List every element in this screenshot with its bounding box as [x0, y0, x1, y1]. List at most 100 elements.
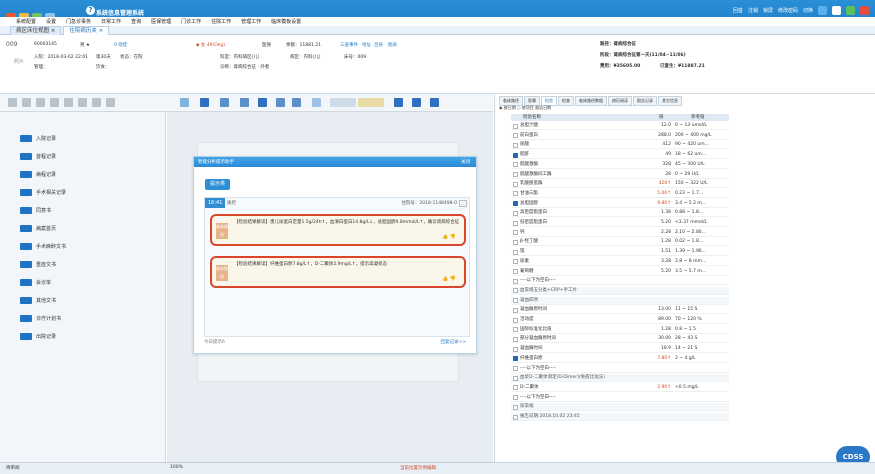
row-checkbox[interactable] [513, 395, 518, 401]
row-checkbox[interactable] [513, 152, 518, 158]
superscript-icon[interactable] [220, 98, 229, 107]
menu-item[interactable]: 门诊工作 [177, 17, 205, 26]
table-row[interactable]: 镁 1.51 1.39 ~ 1.96… [511, 248, 729, 257]
grid-icon[interactable] [412, 98, 421, 107]
nav-first-course[interactable]: 首程记录 [20, 150, 56, 162]
row-checkbox[interactable] [513, 191, 518, 197]
nav-surgery-record[interactable]: 手术相关记录 [20, 186, 66, 198]
help-icon[interactable]: ? [86, 6, 95, 15]
nav-course-record[interactable]: 病程记录 [20, 168, 56, 180]
table-row[interactable]: D-二聚体 2.90↑ <0.5 mg/L [511, 384, 729, 392]
nav-admission-record[interactable]: 入院记录 [20, 132, 56, 144]
row-checkbox[interactable] [513, 259, 518, 265]
popup-close-button[interactable]: 关闭 [461, 159, 470, 165]
menu-item[interactable]: 临床模板设置 [267, 17, 305, 26]
table-row[interactable]: 葡萄糖 5.20 3.5 ~ 5.7 m… [511, 268, 729, 276]
open-icon[interactable] [22, 98, 31, 107]
nav-consent[interactable]: 同意书 [20, 204, 51, 216]
table-row[interactable]: 钙 2.28 2.10 ~ 2.80… [511, 229, 729, 237]
row-checkbox[interactable] [513, 327, 518, 333]
assist-button[interactable] [358, 98, 384, 107]
clinical-path[interactable]: 路径：肾病综合征 [600, 41, 636, 47]
print-icon[interactable] [50, 98, 59, 107]
nav-other[interactable]: 其他文书 [20, 294, 56, 306]
lab-interpretation-card[interactable]: 临床路径 【检验结果解读】纤维蛋白原7.8g/L↑，D-二聚体2.9mg/L↑，… [210, 256, 466, 288]
calendar-icon[interactable] [832, 6, 841, 15]
nav-consultation[interactable]: 会诊单 [20, 276, 51, 288]
table-row[interactable]: 尿酸 412 90 ~ 420 um… [511, 141, 729, 150]
thumbs-icon[interactable]: 👍 👎 [442, 276, 456, 282]
cut-icon[interactable] [78, 98, 87, 107]
row-checkbox[interactable] [513, 307, 518, 313]
table-row[interactable]: ----以下为空白---- [511, 365, 729, 373]
menu-item[interactable]: 查询 [127, 17, 145, 26]
table-row[interactable]: 高密度脂蛋白 1.38 0.88 ~ 1.8… [511, 209, 729, 218]
row-checkbox[interactable] [513, 336, 518, 342]
table-row[interactable]: 肌酐 49 18 ~ 62 um… [511, 151, 729, 160]
table-row[interactable]: ----以下为空白---- [511, 394, 729, 402]
editor-area[interactable]: 智能分析提示助手 关闭 提示类 16:41 质控 住院号：2018-114849… [167, 112, 493, 462]
tab-record-read[interactable]: 病历阅读 [608, 96, 632, 106]
link-chart[interactable]: 图表 [388, 42, 397, 48]
row-checkbox[interactable] [513, 356, 518, 362]
reply-history-link[interactable]: 回复记录>> [440, 339, 466, 345]
user-icon[interactable] [818, 6, 827, 15]
save-icon[interactable] [36, 98, 45, 107]
link-change-password[interactable]: 修改密码 [778, 7, 798, 14]
table-row[interactable]: ----以下为空白---- [511, 277, 729, 286]
table-row[interactable]: β-羟丁酸 1.28 0.02 ~ 1.8… [511, 238, 729, 247]
tab-inpatient-record[interactable]: 住院病历夹 × [63, 26, 110, 35]
row-checkbox[interactable] [513, 385, 518, 391]
table-row[interactable]: 乳酸脱氢酶 420↑ 150 ~ 322 U/L [511, 180, 729, 189]
new-icon[interactable] [8, 98, 17, 107]
bold-icon[interactable] [200, 98, 209, 107]
table-row[interactable]: 总胆固醇 9.80↑ 3.4 ~ 5.2 m… [511, 200, 729, 208]
row-checkbox[interactable] [513, 375, 518, 381]
table-row[interactable]: 活动度 89.00 70 ~ 120 % [511, 316, 729, 324]
row-checkbox[interactable] [513, 133, 518, 139]
row-checkbox[interactable] [513, 298, 518, 304]
table-row[interactable]: 总胆汁酸 12.0 0 ~ 13 umol/L [511, 122, 729, 130]
table-row[interactable]: 凝血酶时间 18.9 14 ~ 21 S [511, 345, 729, 354]
menu-item[interactable]: 设置 [42, 17, 60, 26]
row-checkbox[interactable] [513, 317, 518, 323]
table-icon[interactable] [312, 98, 321, 107]
row-checkbox[interactable] [513, 142, 518, 148]
tab-report[interactable]: 报告记录 [633, 96, 657, 106]
table-row[interactable]: 尿素 3.28 2.8 ~ 8 mm… [511, 258, 729, 266]
table-row[interactable]: 甘油三酯 5.00↑ 0.23 ~ 1.7… [511, 190, 729, 198]
tab-ward-bed-view[interactable]: 病区床位视图 × [10, 26, 62, 35]
more-button[interactable]: ... [459, 200, 467, 207]
row-checkbox[interactable] [513, 210, 518, 216]
link-switch[interactable]: 切换 [803, 7, 813, 14]
prompt-type-button[interactable]: 提示类 [205, 179, 231, 190]
link-home[interactable]: 回首 [733, 7, 743, 14]
filter-options[interactable]: ◉ 按日期 ○ 按项目 报告日期 [499, 105, 551, 111]
select-icon[interactable] [180, 98, 189, 107]
menu-item[interactable]: 管理工作 [237, 17, 265, 26]
table-row[interactable]: 凝血酶原时间 13.00 11 ~ 15 S [511, 306, 729, 315]
row-checkbox[interactable] [513, 172, 518, 177]
tab-path-data[interactable]: 临床路径数据 [575, 96, 607, 106]
tab-exam[interactable]: 检查 [558, 96, 574, 106]
table-row[interactable]: 凝血四项 [511, 296, 729, 305]
redo-icon[interactable] [292, 98, 301, 107]
insert-button[interactable] [330, 98, 356, 107]
link-address[interactable]: 地址 [362, 42, 371, 48]
row-checkbox[interactable] [513, 414, 518, 420]
image-icon[interactable] [430, 98, 439, 107]
table-row[interactable]: 报告日期:2018.10.02 23:45 [511, 413, 729, 421]
row-checkbox[interactable] [513, 366, 518, 371]
table-row[interactable]: 尿常规 [511, 403, 729, 412]
row-checkbox[interactable] [513, 346, 518, 352]
preview-icon[interactable] [64, 98, 73, 107]
nav-icu[interactable]: 重症文书 [20, 258, 56, 270]
nav-anesthesia[interactable]: 手术麻醉文书 [20, 240, 66, 252]
close-icon[interactable] [860, 6, 869, 15]
symbol-icon[interactable] [394, 98, 403, 107]
table-row[interactable]: 血浆D-二聚体测定(D-Dimer)(免疫比浊法) [511, 374, 729, 383]
paste-icon[interactable] [106, 98, 115, 107]
nav-discharge[interactable]: 出院记录 [20, 330, 56, 342]
menu-item[interactable]: 住院工作 [207, 17, 235, 26]
menu-item[interactable]: 日常工作 [97, 17, 125, 26]
